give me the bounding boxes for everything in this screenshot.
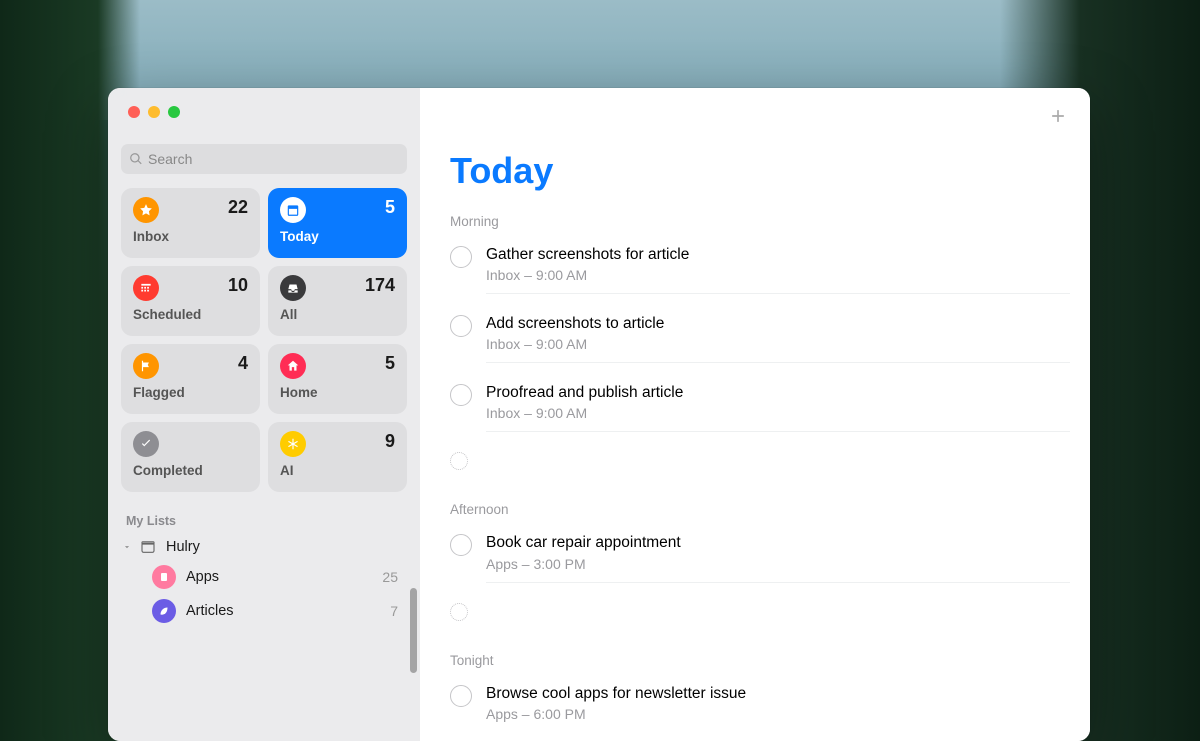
task-subtitle: Inbox – 9:00 AM	[486, 267, 1070, 283]
search-placeholder: Search	[148, 151, 192, 167]
task-row[interactable]: Gather screenshots for article Inbox – 9…	[450, 235, 1090, 304]
card-flagged[interactable]: 4 Flagged	[121, 344, 260, 414]
task-row[interactable]: Add screenshots to article Inbox – 9:00 …	[450, 304, 1090, 373]
list-apps[interactable]: Apps 25	[144, 560, 420, 594]
list-articles[interactable]: Articles 7	[144, 594, 420, 628]
card-count: 9	[385, 431, 395, 452]
search-icon	[129, 152, 143, 166]
folder-name: Hulry	[166, 539, 200, 555]
chevron-down-icon	[122, 542, 132, 552]
task-subtitle: Apps – 3:00 PM	[486, 556, 1070, 572]
card-label: Today	[280, 229, 395, 244]
section-label: Afternoon	[420, 480, 1090, 523]
card-all[interactable]: 174 All	[268, 266, 407, 336]
task-checkbox[interactable]	[450, 384, 472, 406]
card-completed[interactable]: Completed	[121, 422, 260, 492]
card-count: 22	[228, 197, 248, 218]
task-row[interactable]: Browse cool apps for newsletter issue Ap…	[450, 674, 1090, 741]
card-count: 4	[238, 353, 248, 374]
task-row[interactable]: Book car repair appointment Apps – 3:00 …	[450, 523, 1090, 592]
close-window-button[interactable]	[128, 106, 140, 118]
calendar-grid-icon	[133, 275, 159, 301]
task-placeholder[interactable]	[450, 593, 1090, 631]
task-placeholder-checkbox[interactable]	[450, 603, 468, 621]
card-label: Home	[280, 385, 395, 400]
card-inbox[interactable]: 22 Inbox	[121, 188, 260, 258]
smart-list-cards: 22 Inbox 5 Today 10	[108, 174, 420, 502]
task-title: Gather screenshots for article	[486, 245, 1070, 265]
calendar-icon	[280, 197, 306, 223]
check-icon	[133, 431, 159, 457]
task-subtitle: Inbox – 9:00 AM	[486, 405, 1070, 421]
list-label: Articles	[186, 603, 234, 619]
card-label: AI	[280, 463, 395, 478]
card-scheduled[interactable]: 10 Scheduled	[121, 266, 260, 336]
app-icon	[152, 565, 176, 589]
task-checkbox[interactable]	[450, 246, 472, 268]
card-count: 174	[365, 275, 395, 296]
tray-icon	[280, 275, 306, 301]
card-label: Completed	[133, 463, 248, 478]
plus-icon	[1048, 106, 1068, 126]
search-input[interactable]: Search	[121, 144, 407, 174]
task-title: Add screenshots to article	[486, 314, 1070, 334]
list-label: Apps	[186, 569, 219, 585]
task-checkbox[interactable]	[450, 534, 472, 556]
sidebar: Search 22 Inbox 5 Today	[108, 88, 420, 741]
star-icon	[133, 197, 159, 223]
section-tonight: Tonight Browse cool apps for newsletter …	[420, 631, 1090, 741]
app-window: Search 22 Inbox 5 Today	[108, 88, 1090, 741]
sidebar-scrollbar[interactable]	[410, 588, 417, 673]
card-label: Scheduled	[133, 307, 248, 322]
card-today[interactable]: 5 Today	[268, 188, 407, 258]
section-label: Morning	[420, 192, 1090, 235]
task-placeholder-checkbox[interactable]	[450, 452, 468, 470]
leaf-icon	[152, 599, 176, 623]
card-label: Flagged	[133, 385, 248, 400]
task-subtitle: Apps – 6:00 PM	[486, 706, 1070, 722]
minimize-window-button[interactable]	[148, 106, 160, 118]
task-title: Book car repair appointment	[486, 533, 1070, 553]
asterisk-icon	[280, 431, 306, 457]
house-icon	[280, 353, 306, 379]
task-checkbox[interactable]	[450, 685, 472, 707]
card-count: 5	[385, 353, 395, 374]
mylists-header: My Lists	[108, 502, 420, 534]
task-title: Browse cool apps for newsletter issue	[486, 684, 1070, 704]
card-home[interactable]: 5 Home	[268, 344, 407, 414]
task-title: Proofread and publish article	[486, 383, 1070, 403]
card-label: Inbox	[133, 229, 248, 244]
main-pane: Today Morning Gather screenshots for art…	[420, 88, 1090, 741]
page-title: Today	[420, 130, 1090, 192]
section-afternoon: Afternoon Book car repair appointment Ap…	[420, 480, 1090, 630]
list-count: 7	[390, 603, 398, 619]
folder-children: Apps 25 Articles 7	[108, 560, 420, 628]
folder-icon	[138, 538, 158, 556]
card-label: All	[280, 307, 395, 322]
list-count: 25	[382, 569, 398, 585]
flag-icon	[133, 353, 159, 379]
task-subtitle: Inbox – 9:00 AM	[486, 336, 1070, 352]
maximize-window-button[interactable]	[168, 106, 180, 118]
folder-hulry[interactable]: Hulry	[108, 534, 420, 560]
task-checkbox[interactable]	[450, 315, 472, 337]
section-label: Tonight	[420, 631, 1090, 674]
card-count: 5	[385, 197, 395, 218]
task-placeholder[interactable]	[450, 442, 1090, 480]
task-row[interactable]: Proofread and publish article Inbox – 9:…	[450, 373, 1090, 442]
card-count: 10	[228, 275, 248, 296]
window-controls	[108, 88, 420, 134]
add-task-button[interactable]	[1044, 102, 1072, 130]
card-ai[interactable]: 9 AI	[268, 422, 407, 492]
section-morning: Morning Gather screenshots for article I…	[420, 192, 1090, 480]
